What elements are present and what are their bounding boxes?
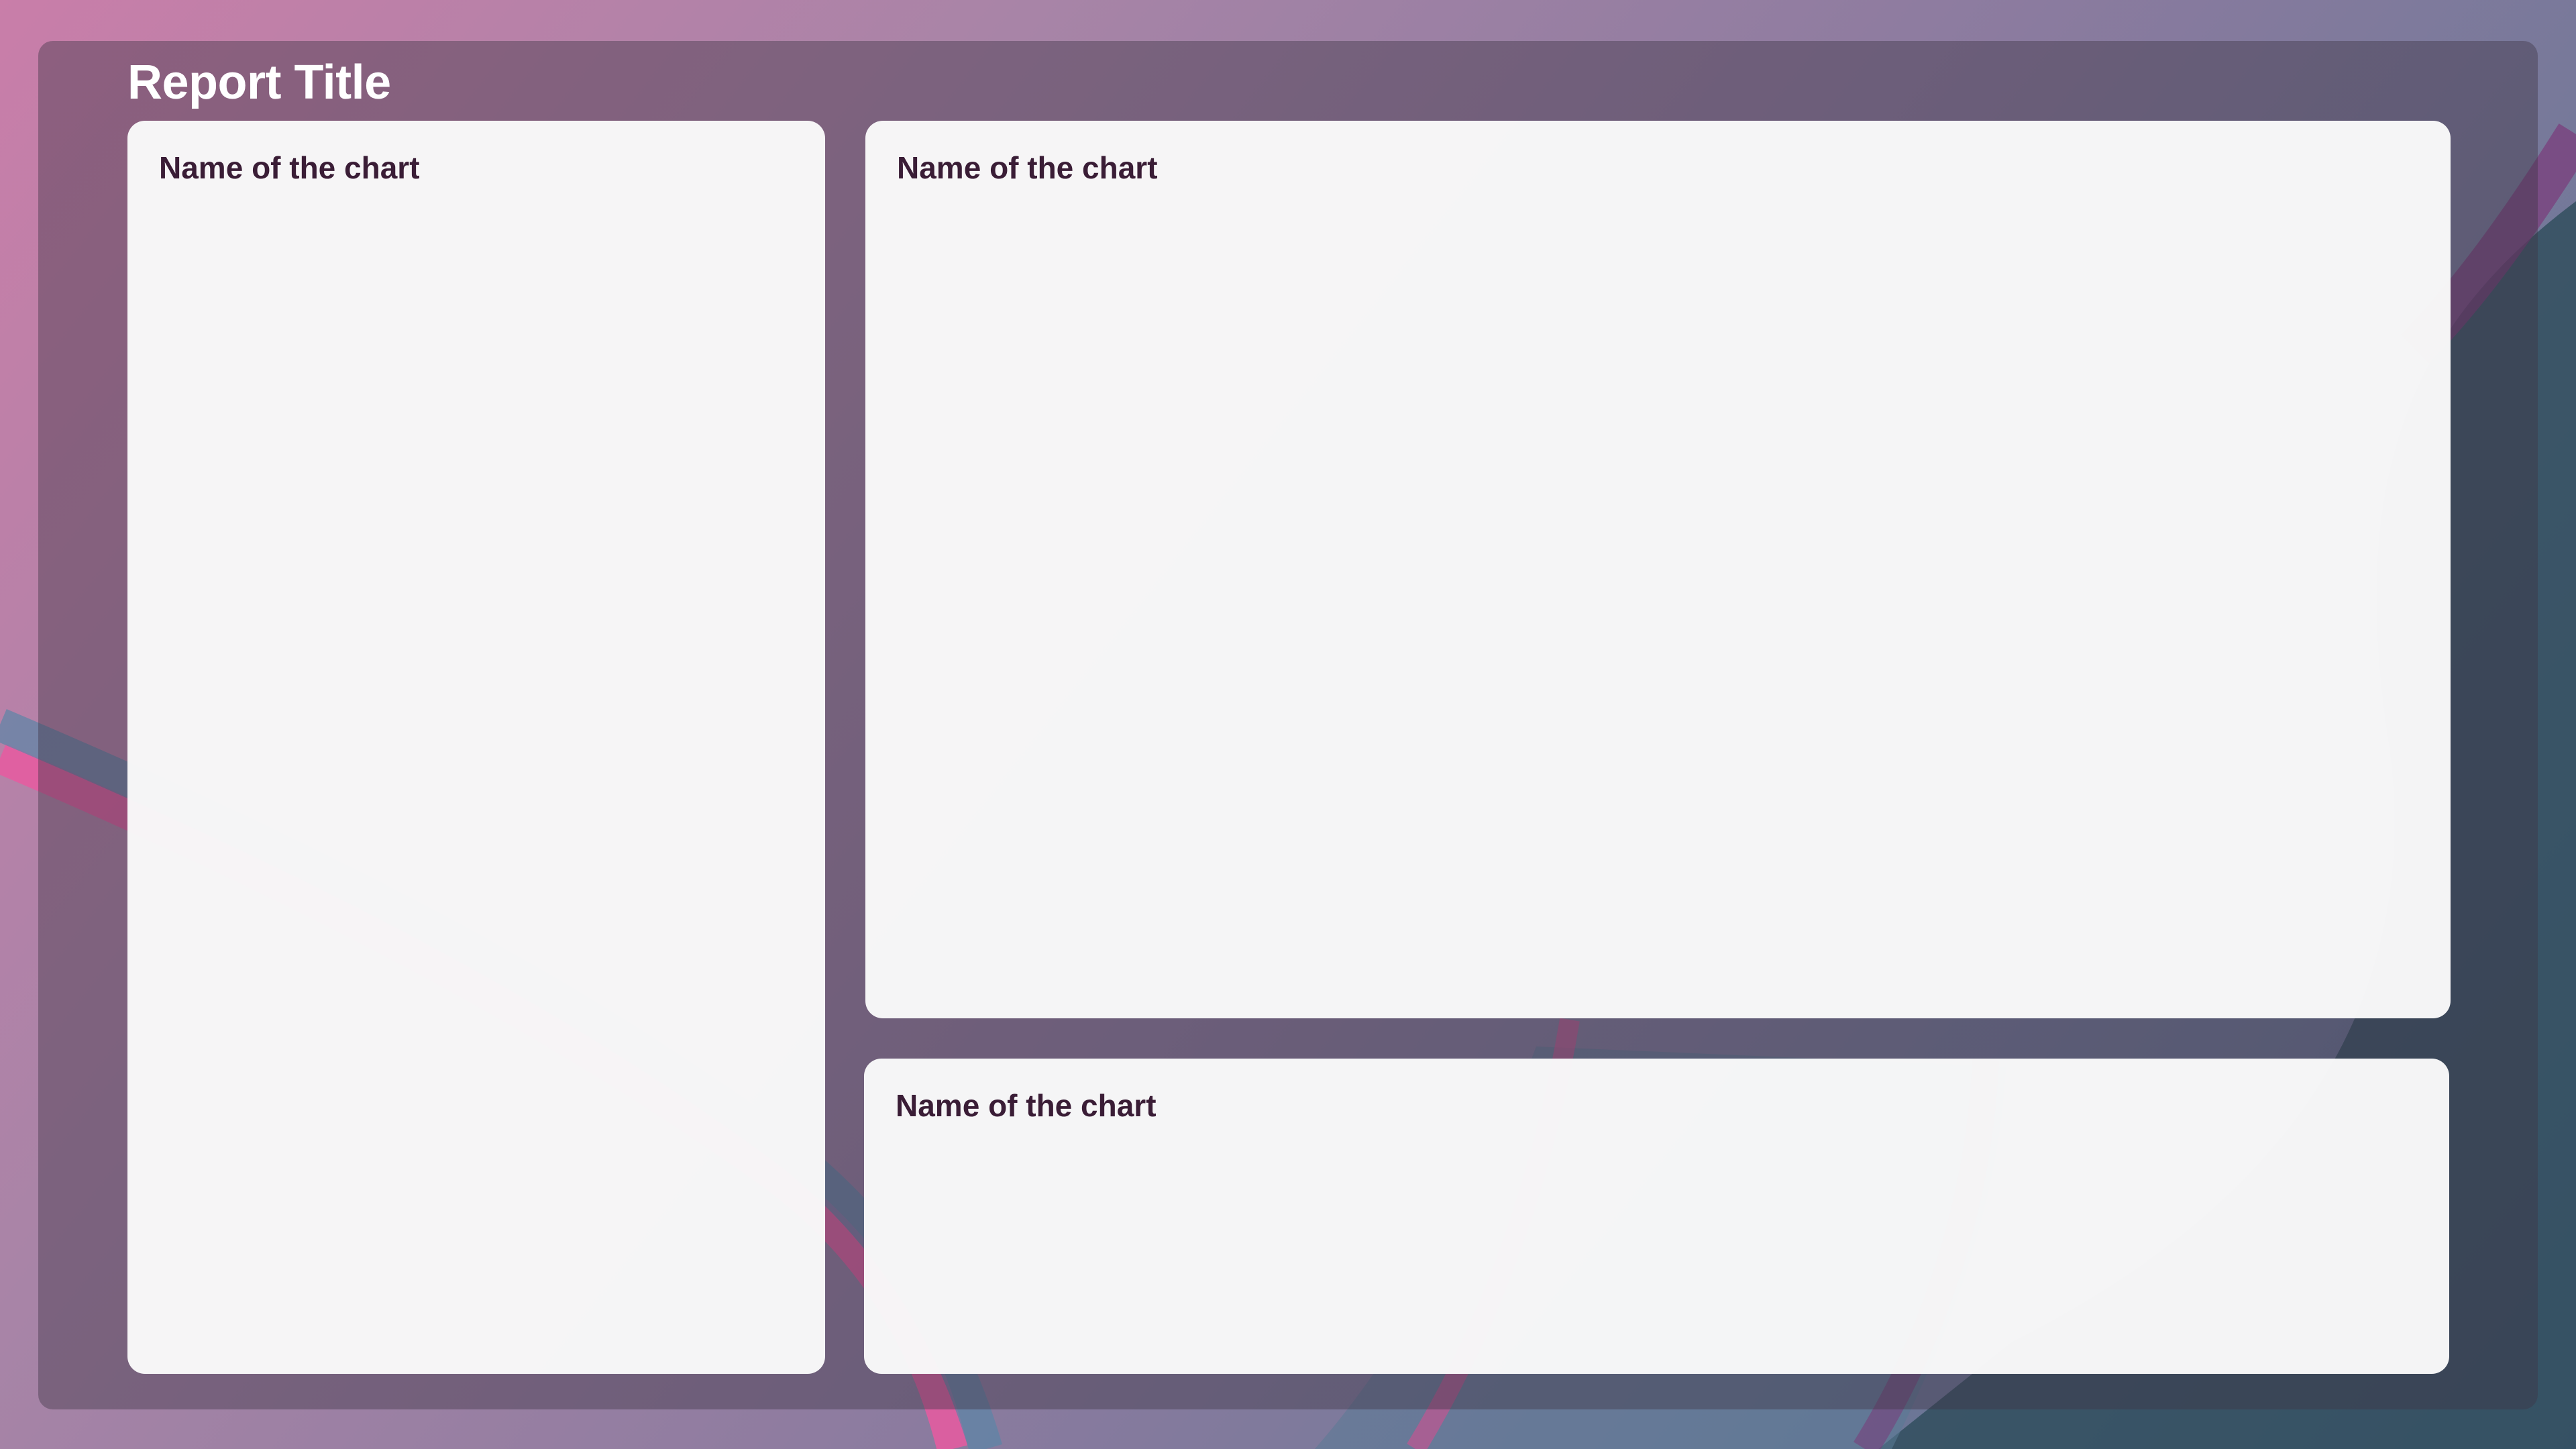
chart-title: Name of the chart xyxy=(159,150,420,185)
chart-title: Name of the chart xyxy=(896,1088,1157,1123)
chart-placeholder xyxy=(159,201,794,1347)
report-title: Report Title xyxy=(127,56,391,109)
chart-card-bottom-right[interactable]: Name of the chart xyxy=(864,1059,2449,1374)
chart-placeholder xyxy=(896,1139,2418,1347)
chart-placeholder xyxy=(897,201,2419,991)
chart-card-left[interactable]: Name of the chart xyxy=(127,121,825,1374)
chart-card-top-right[interactable]: Name of the chart xyxy=(865,121,2451,1018)
chart-title: Name of the chart xyxy=(897,150,1158,185)
report-page: { "report": { "title": "Report Title" },… xyxy=(0,0,2576,1449)
